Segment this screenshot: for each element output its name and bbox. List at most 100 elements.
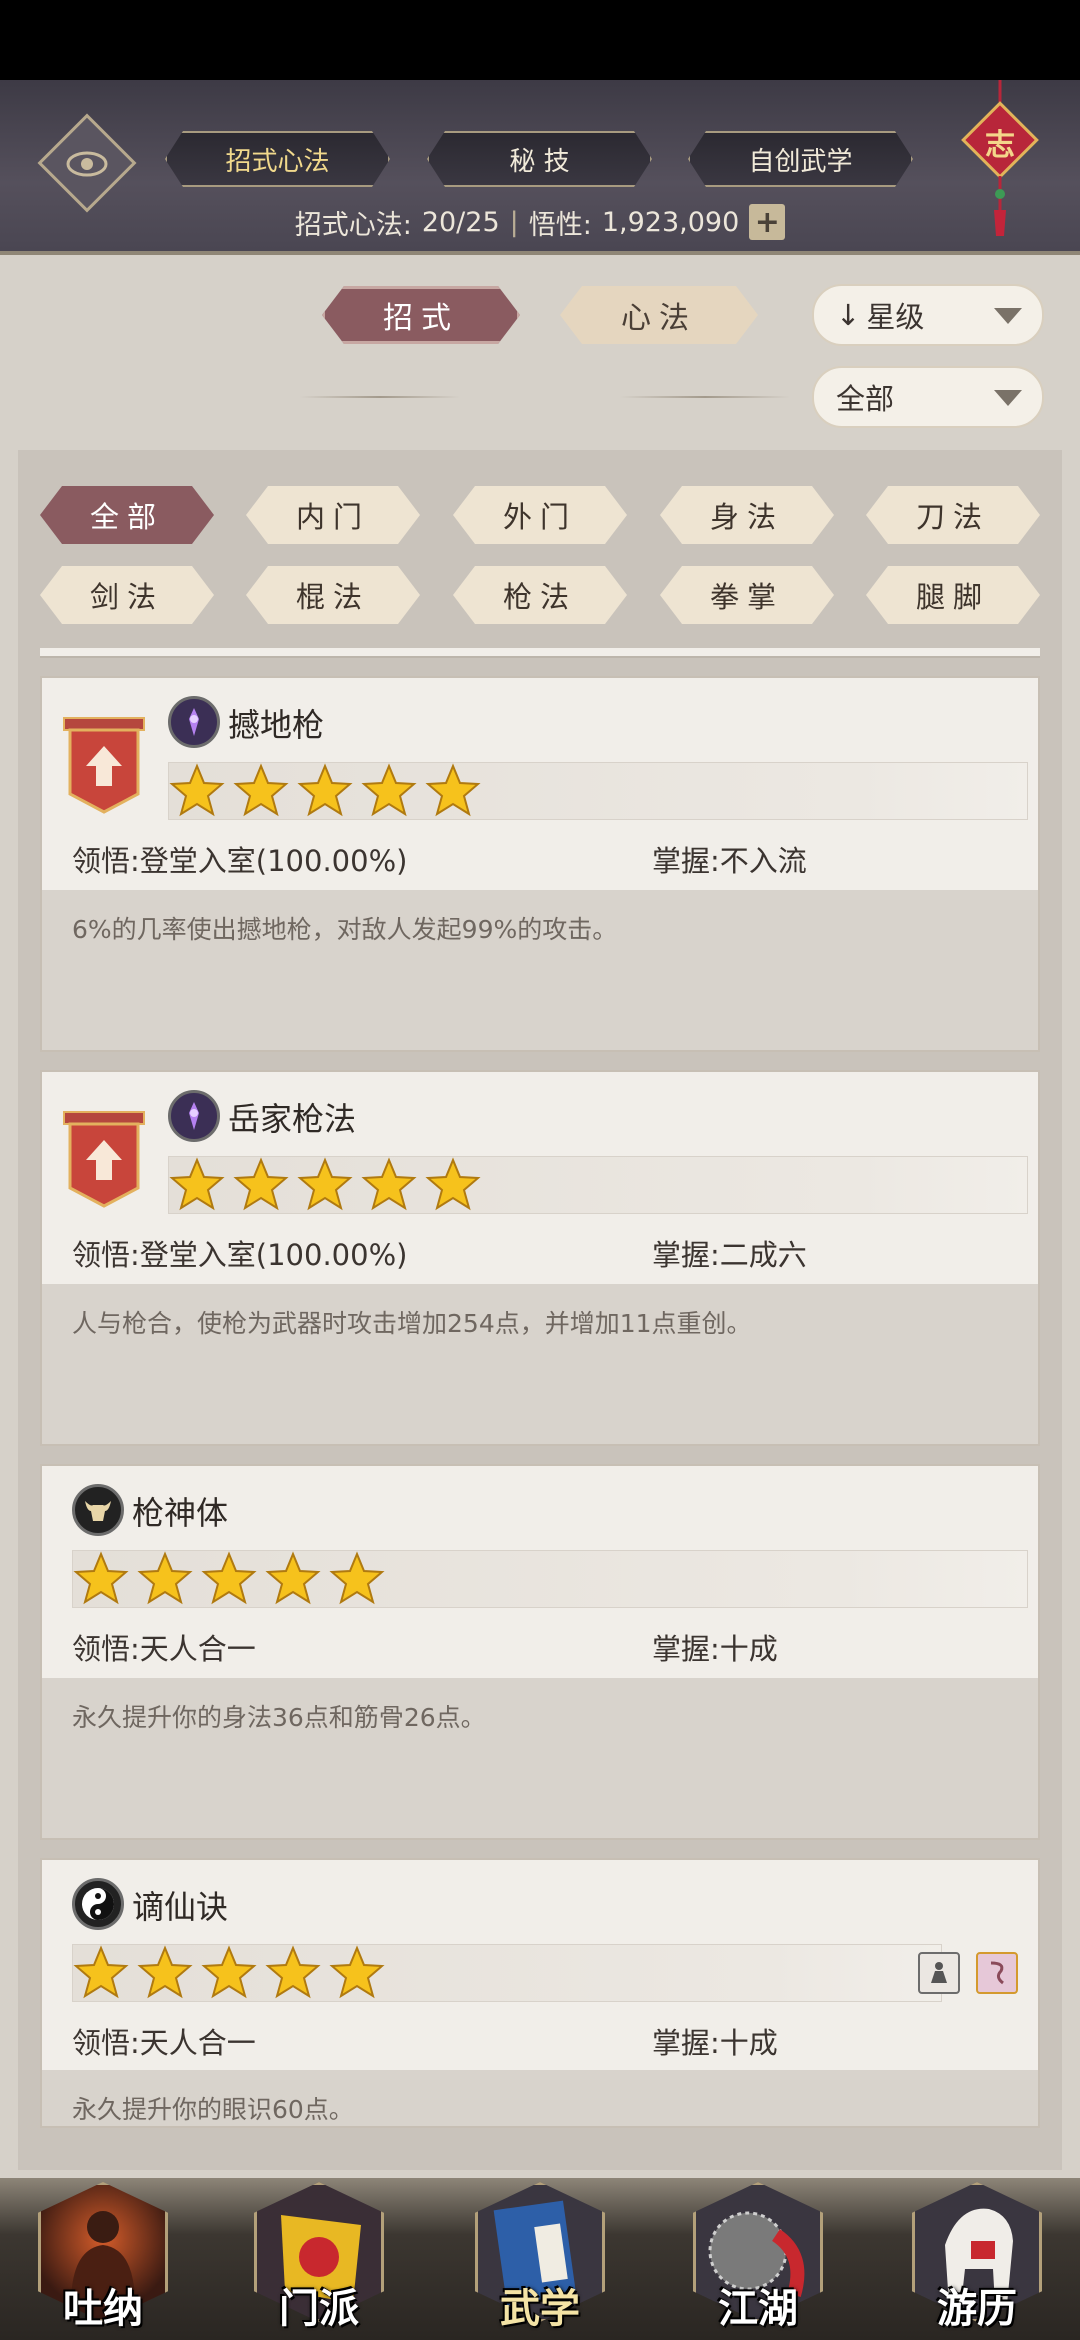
comprehension-stat: 领悟:天人合一 bbox=[72, 2020, 256, 2062]
star-icon bbox=[329, 1945, 385, 1999]
filter-blade[interactable]: 刀法 bbox=[866, 486, 1040, 544]
star-icon bbox=[297, 763, 353, 817]
comprehension-label: 领悟: bbox=[72, 2026, 140, 2060]
tab-custom-martial-arts[interactable]: 自创武学 bbox=[688, 131, 913, 187]
star-icon bbox=[329, 1551, 385, 1605]
star-icon bbox=[201, 1945, 257, 1999]
meditation-tag-icon[interactable] bbox=[918, 1952, 960, 1994]
star-icon bbox=[137, 1551, 193, 1605]
upgrade-badge-icon[interactable] bbox=[62, 1110, 146, 1210]
comprehension-stat: 领悟:登堂入室(100.00%) bbox=[72, 838, 407, 880]
star-icon bbox=[233, 763, 289, 817]
filter-spear[interactable]: 枪法 bbox=[453, 566, 627, 624]
star-icon bbox=[73, 1551, 129, 1605]
nav-label: 吐纳 bbox=[63, 2285, 143, 2332]
skill-card[interactable]: 撼地枪 领悟:登堂入室(100.00%) 掌握:不入流 6%的几率使出撼地枪，对… bbox=[40, 676, 1040, 1052]
star-icon bbox=[361, 1157, 417, 1211]
upgrade-badge-icon[interactable] bbox=[62, 716, 146, 816]
comprehension-label: 领悟: bbox=[72, 1632, 140, 1666]
chevron-down-icon bbox=[994, 308, 1022, 324]
knot-character: 志 bbox=[985, 128, 1015, 163]
category-label: 全部 bbox=[836, 382, 895, 416]
skill-description: 永久提升你的眼识60点。 bbox=[42, 2070, 1038, 2126]
star-icon bbox=[201, 1551, 257, 1605]
skill-card[interactable]: 岳家枪法 领悟:登堂入室(100.00%) 掌握:二成六 人与枪合，使枪为武器时… bbox=[40, 1070, 1040, 1446]
star-icon bbox=[137, 1945, 193, 1999]
tab-moves-skills[interactable]: 招式心法 bbox=[165, 131, 390, 187]
star-icon bbox=[265, 1945, 321, 1999]
comprehension-label: 领悟: bbox=[72, 1238, 140, 1272]
nav-sect[interactable]: 门派 bbox=[244, 2168, 394, 2340]
status-bar bbox=[0, 0, 1080, 80]
star-icon bbox=[425, 763, 481, 817]
star-icon bbox=[425, 1157, 481, 1211]
mastery-value: 二成六 bbox=[719, 1238, 807, 1272]
filter-movement[interactable]: 身法 bbox=[660, 486, 834, 544]
mastery-stat: 掌握:十成 bbox=[652, 2020, 778, 2062]
star-icon bbox=[169, 1157, 225, 1211]
mastery-value: 不入流 bbox=[719, 844, 807, 878]
skill-card[interactable]: 谪仙诀 领悟:天人合一 掌握:十成 永久提升你的眼识60点。 bbox=[40, 1858, 1040, 2128]
comprehension-stat: 领悟:登堂入室(100.00%) bbox=[72, 1232, 407, 1274]
mastery-stat: 掌握:二成六 bbox=[652, 1232, 807, 1274]
comprehension-value: 登堂入室(100.00%) bbox=[139, 1238, 408, 1272]
spear-purple-icon bbox=[168, 1090, 220, 1142]
mastery-label: 掌握: bbox=[652, 2026, 720, 2060]
filter-outer-sect[interactable]: 外门 bbox=[453, 486, 627, 544]
nav-travel[interactable]: 游历 bbox=[902, 2168, 1052, 2340]
comprehension-value: 天人合一 bbox=[139, 2026, 256, 2060]
comprehension-value: 登堂入室(100.00%) bbox=[139, 844, 408, 878]
star-icon bbox=[233, 1157, 289, 1211]
nav-label: 门派 bbox=[279, 2285, 359, 2332]
star-rating bbox=[72, 1550, 1028, 1608]
filter-fist-palm[interactable]: 拳掌 bbox=[660, 566, 834, 624]
bull-head-icon bbox=[72, 1484, 124, 1536]
divider-ornament bbox=[300, 396, 460, 398]
nav-martial-arts[interactable]: 武学 bbox=[465, 2168, 615, 2340]
mastery-stat: 掌握:不入流 bbox=[652, 838, 807, 880]
star-icon bbox=[297, 1157, 353, 1211]
subtab-mental-arts[interactable]: 心法 bbox=[560, 286, 758, 344]
star-rating bbox=[168, 1156, 1028, 1214]
category-dropdown[interactable]: 全部 bbox=[812, 366, 1044, 428]
list-scroll-edge bbox=[40, 648, 1040, 658]
mastery-value: 十成 bbox=[719, 1632, 778, 1666]
star-rating bbox=[168, 762, 1028, 820]
add-insight-button[interactable]: + bbox=[749, 204, 786, 240]
filter-sword[interactable]: 剑法 bbox=[40, 566, 214, 624]
stats-divider: | bbox=[509, 206, 519, 238]
comprehension-label: 领悟: bbox=[72, 844, 140, 878]
skill-card[interactable]: 枪神体 领悟:天人合一 掌握:十成 永久提升你的身法36点和筋骨26点。 bbox=[40, 1464, 1040, 1840]
skill-name: 撼地枪 bbox=[228, 706, 325, 744]
skill-description: 6%的几率使出撼地枪，对敌人发起99%的攻击。 bbox=[42, 890, 1038, 1050]
filter-all[interactable]: 全部 bbox=[40, 486, 214, 544]
skill-count-value: 20/25 bbox=[421, 206, 500, 238]
skill-description: 人与枪合，使枪为武器时攻击增加254点，并增加11点重创。 bbox=[42, 1284, 1038, 1444]
nav-label: 游历 bbox=[937, 2285, 1017, 2332]
sort-arrow-icon: ↓ bbox=[836, 298, 861, 332]
comprehension-value: 天人合一 bbox=[139, 1632, 256, 1666]
chevron-down-icon bbox=[994, 390, 1022, 406]
sort-dropdown[interactable]: ↓ 星级 bbox=[812, 284, 1044, 346]
nav-breathing[interactable]: 吐纳 bbox=[28, 2168, 178, 2340]
nav-jianghu[interactable]: 江湖 bbox=[683, 2168, 833, 2340]
filter-inner-sect[interactable]: 内门 bbox=[246, 486, 420, 544]
mastery-label: 掌握: bbox=[652, 1238, 720, 1272]
filter-leg-kick[interactable]: 腿脚 bbox=[866, 566, 1040, 624]
subtab-moves[interactable]: 招式 bbox=[322, 286, 520, 344]
skill-count-label: 招式心法: bbox=[294, 209, 412, 241]
mastery-value: 十成 bbox=[719, 2026, 778, 2060]
skill-name: 枪神体 bbox=[132, 1494, 229, 1532]
insight-value: 1,923,090 bbox=[601, 206, 740, 238]
eye-icon[interactable] bbox=[64, 141, 110, 187]
sort-label: 星级 bbox=[866, 300, 925, 334]
divider-ornament bbox=[620, 396, 790, 398]
mastery-label: 掌握: bbox=[652, 844, 720, 878]
star-icon bbox=[265, 1551, 321, 1605]
mastery-label: 掌握: bbox=[652, 1632, 720, 1666]
filter-staff[interactable]: 棍法 bbox=[246, 566, 420, 624]
tab-secret-skills[interactable]: 秘 技 bbox=[427, 131, 652, 187]
yin-yang-icon bbox=[72, 1878, 124, 1930]
scroll-tag-icon[interactable] bbox=[976, 1952, 1018, 1994]
star-icon bbox=[361, 763, 417, 817]
